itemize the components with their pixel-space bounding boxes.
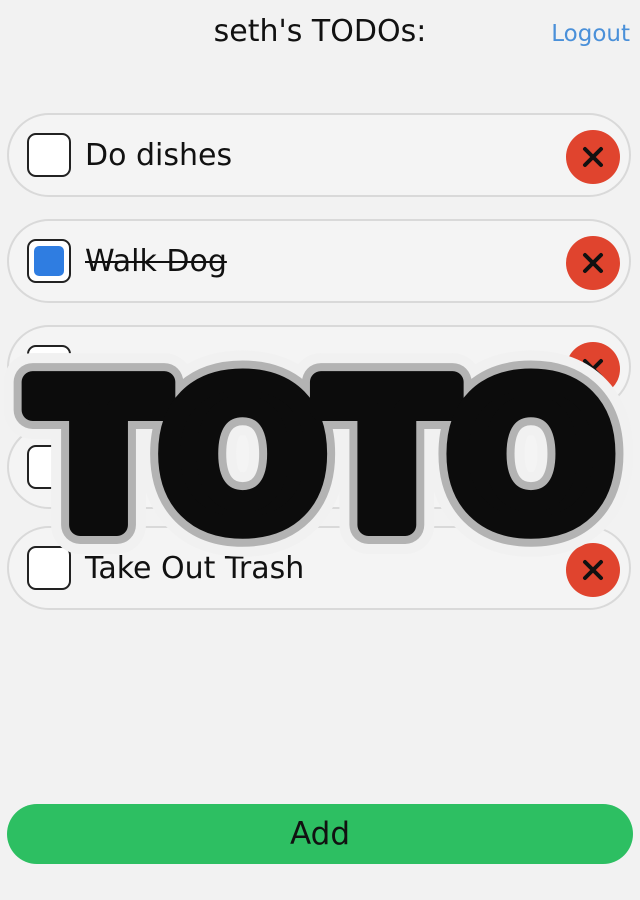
todo-label: Walk Dog (85, 244, 227, 279)
add-button[interactable]: Add (7, 804, 633, 864)
toto-logo-overlay: TOTO TOTO TOTO (3, 340, 640, 560)
checkbox-checked-indicator (34, 246, 64, 276)
todo-checkbox[interactable] (27, 133, 71, 177)
todo-item: Walk Dog (7, 219, 631, 303)
watermark-text: TOTO (32, 344, 609, 560)
todo-item: Do dishes (7, 113, 631, 197)
close-icon (583, 147, 603, 167)
delete-button[interactable] (566, 130, 620, 184)
delete-button[interactable] (566, 236, 620, 290)
logout-link[interactable]: Logout (551, 18, 630, 50)
close-icon (583, 253, 603, 273)
page-title: seth's TODOs: (213, 14, 427, 49)
todo-checkbox[interactable] (27, 239, 71, 283)
todo-label: Do dishes (85, 138, 233, 173)
close-icon (583, 560, 603, 580)
